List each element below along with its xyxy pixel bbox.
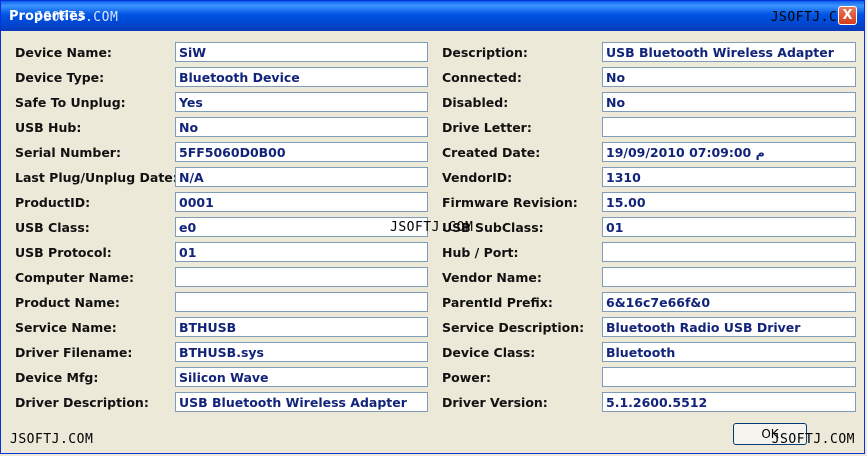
- close-icon: X: [842, 8, 853, 23]
- right-field-label: Drive Letter:: [442, 120, 532, 135]
- right-field-value[interactable]: Bluetooth: [602, 342, 856, 362]
- watermark-center: JSOFTJ.COM: [390, 220, 474, 235]
- left-field-label: USB Class:: [15, 220, 90, 235]
- left-field-label: Serial Number:: [15, 145, 121, 160]
- right-field-value[interactable]: [602, 117, 856, 137]
- right-field-value[interactable]: [602, 267, 856, 287]
- right-field-label: Description:: [442, 45, 528, 60]
- watermark-bottom-right: JSOFTJ.COM: [771, 432, 855, 447]
- right-field-label: Hub / Port:: [442, 245, 519, 260]
- left-field-value[interactable]: USB Bluetooth Wireless Adapter: [175, 392, 428, 412]
- left-field-value[interactable]: No: [175, 117, 428, 137]
- right-field-value[interactable]: Bluetooth Radio USB Driver: [602, 317, 856, 337]
- left-field-value[interactable]: BTHUSB.sys: [175, 342, 428, 362]
- left-field-value[interactable]: BTHUSB: [175, 317, 428, 337]
- right-field-value[interactable]: 5.1.2600.5512: [602, 392, 856, 412]
- right-field-label: Created Date:: [442, 145, 541, 160]
- right-field-value[interactable]: 01: [602, 217, 856, 237]
- watermark-bottom-left: JSOFTJ.COM: [10, 432, 94, 447]
- right-field-value[interactable]: [602, 242, 856, 262]
- left-field-label: ProductID:: [15, 195, 91, 210]
- right-field-label: Vendor Name:: [442, 270, 542, 285]
- right-field-label: Disabled:: [442, 95, 509, 110]
- left-field-label: Device Type:: [15, 70, 105, 85]
- right-field-value[interactable]: 19/09/2010 07:09:00 م: [602, 142, 856, 162]
- left-field-label: Device Mfg:: [15, 370, 99, 385]
- left-field-value[interactable]: 5FF5060D0B00: [175, 142, 428, 162]
- right-field-value[interactable]: [602, 367, 856, 387]
- left-field-value[interactable]: [175, 267, 428, 287]
- left-field-label: Driver Description:: [15, 395, 149, 410]
- left-field-label: Device Name:: [15, 45, 112, 60]
- right-field-value[interactable]: No: [602, 67, 856, 87]
- right-field-label: Driver Version:: [442, 395, 548, 410]
- right-field-label: Device Class:: [442, 345, 536, 360]
- left-field-value[interactable]: SiW: [175, 42, 428, 62]
- right-field-label: VendorID:: [442, 170, 513, 185]
- watermark-title-left: JSOFTJ.COM: [35, 10, 119, 25]
- right-field-value[interactable]: No: [602, 92, 856, 112]
- right-field-value[interactable]: USB Bluetooth Wireless Adapter: [602, 42, 856, 62]
- left-field-label: USB Hub:: [15, 120, 82, 135]
- right-field-label: Power:: [442, 370, 491, 385]
- left-field-value[interactable]: N/A: [175, 167, 428, 187]
- close-button[interactable]: X: [838, 6, 857, 25]
- right-field-value[interactable]: 1310: [602, 167, 856, 187]
- left-field-label: Computer Name:: [15, 270, 135, 285]
- left-field-label: Product Name:: [15, 295, 120, 310]
- left-field-value[interactable]: Yes: [175, 92, 428, 112]
- left-field-value[interactable]: 01: [175, 242, 428, 262]
- right-field-label: Connected:: [442, 70, 522, 85]
- left-field-value[interactable]: 0001: [175, 192, 428, 212]
- left-field-label: Safe To Unplug:: [15, 95, 126, 110]
- left-field-value[interactable]: Silicon Wave: [175, 367, 428, 387]
- left-field-label: Driver Filename:: [15, 345, 133, 360]
- left-field-value[interactable]: [175, 292, 428, 312]
- title-bar[interactable]: Properties JSOFTJ.COM JSOFTJ.COM X: [1, 1, 864, 31]
- right-field-label: Firmware Revision:: [442, 195, 578, 210]
- left-field-value[interactable]: Bluetooth Device: [175, 67, 428, 87]
- right-field-label: Service Description:: [442, 320, 585, 335]
- left-field-label: Last Plug/Unplug Date:: [15, 170, 178, 185]
- right-field-value[interactable]: 6&16c7e66f&0: [602, 292, 856, 312]
- properties-dialog: Properties JSOFTJ.COM JSOFTJ.COM X Devic…: [0, 0, 865, 454]
- right-field-value[interactable]: 15.00: [602, 192, 856, 212]
- right-field-label: ParentId Prefix:: [442, 295, 553, 310]
- left-field-label: Service Name:: [15, 320, 117, 335]
- left-field-label: USB Protocol:: [15, 245, 112, 260]
